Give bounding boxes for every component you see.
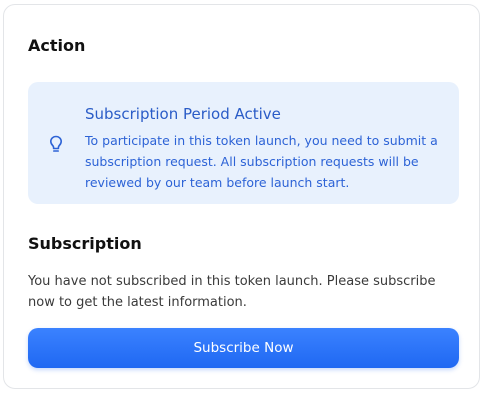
- subscription-period-notice: Subscription Period Active To participat…: [28, 82, 459, 204]
- notice-body: To participate in this token launch, you…: [85, 133, 438, 190]
- notice-title: Subscription Period Active: [85, 105, 281, 123]
- action-heading: Action: [28, 36, 86, 55]
- subscription-heading: Subscription: [28, 234, 142, 253]
- subscribe-now-button[interactable]: Subscribe Now: [28, 328, 459, 368]
- lightbulb-icon: [49, 135, 63, 153]
- action-card: Action Subscription Period Active To par…: [3, 4, 480, 389]
- subscription-status-message: You have not subscribed in this token la…: [28, 274, 436, 310]
